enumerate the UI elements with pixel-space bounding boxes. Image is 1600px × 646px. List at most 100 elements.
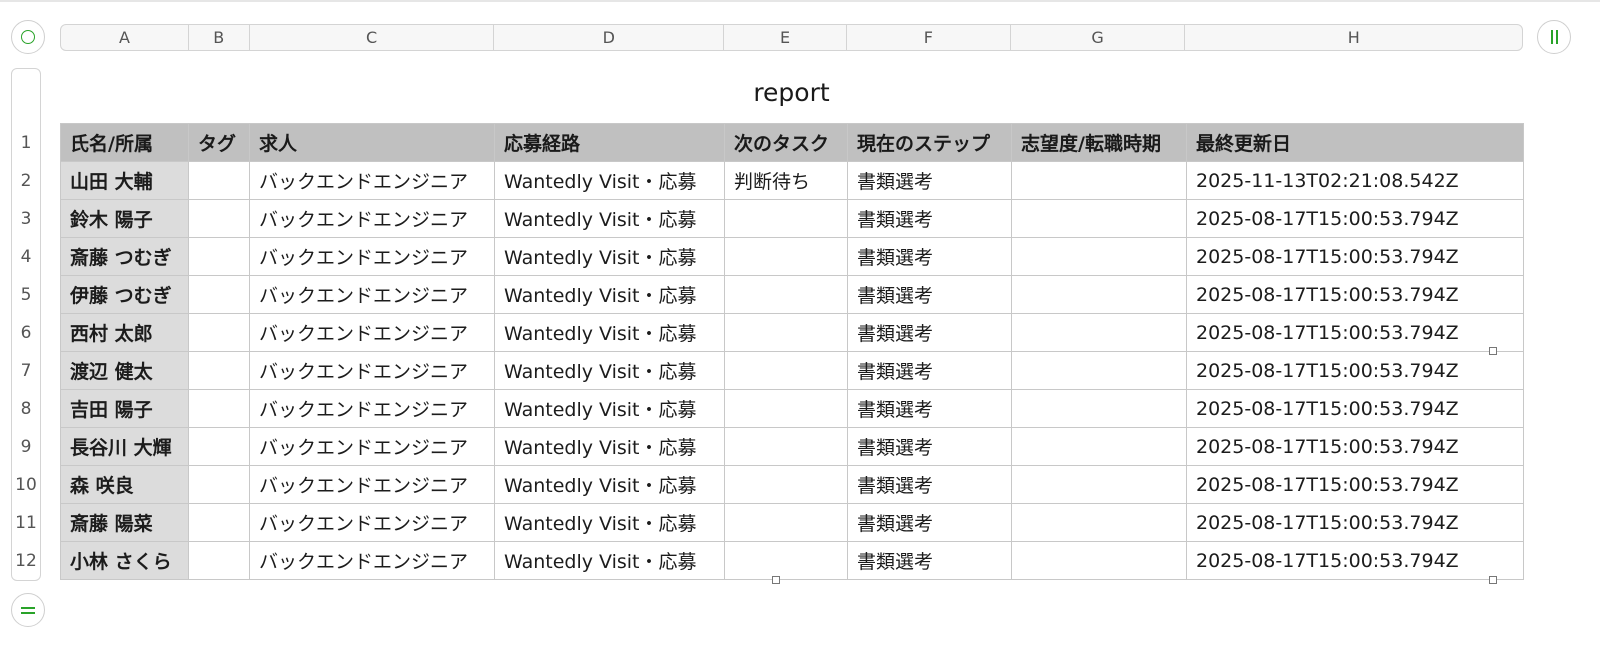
row-header-1[interactable]: 1 <box>11 124 41 162</box>
cell-route[interactable]: Wantedly Visit・応募 <box>494 465 725 504</box>
cell-current-step[interactable]: 書類選考 <box>847 313 1012 352</box>
cell-next-task[interactable] <box>724 237 848 276</box>
table-select-button[interactable] <box>11 20 45 54</box>
cell-route[interactable]: Wantedly Visit・応募 <box>494 427 725 466</box>
cell-last-updated[interactable]: 2025-08-17T15:00:53.794Z <box>1186 465 1524 504</box>
cell-tag[interactable] <box>188 427 250 466</box>
cell-next-task[interactable] <box>724 541 848 580</box>
cell-next-task[interactable] <box>724 275 848 314</box>
cell-name[interactable]: 小林 さくら <box>60 541 189 580</box>
cell-current-step[interactable]: 書類選考 <box>847 199 1012 238</box>
cell-motivation[interactable] <box>1011 351 1187 390</box>
cell-tag[interactable] <box>188 389 250 428</box>
cell-route[interactable]: Wantedly Visit・応募 <box>494 313 725 352</box>
cell-job[interactable]: バックエンドエンジニア <box>249 503 495 542</box>
cell-tag[interactable] <box>188 275 250 314</box>
cell-job[interactable]: バックエンドエンジニア <box>249 389 495 428</box>
cell-route[interactable]: Wantedly Visit・応募 <box>494 541 725 580</box>
cell-name[interactable]: 伊藤 つむぎ <box>60 275 189 314</box>
row-header-4[interactable]: 4 <box>11 238 41 276</box>
row-header-11[interactable]: 11 <box>11 504 41 542</box>
cell-next-task[interactable] <box>724 389 848 428</box>
header-cell-current-step[interactable]: 現在のステップ <box>847 123 1012 162</box>
cell-motivation[interactable] <box>1011 389 1187 428</box>
header-cell-route[interactable]: 応募経路 <box>494 123 725 162</box>
column-header-a[interactable]: A <box>61 25 189 50</box>
cell-motivation[interactable] <box>1011 465 1187 504</box>
cell-name[interactable]: 鈴木 陽子 <box>60 199 189 238</box>
cell-last-updated[interactable]: 2025-08-17T15:00:53.794Z <box>1186 351 1524 390</box>
cell-job[interactable]: バックエンドエンジニア <box>249 237 495 276</box>
cell-job[interactable]: バックエンドエンジニア <box>249 541 495 580</box>
cell-current-step[interactable]: 書類選考 <box>847 465 1012 504</box>
cell-name[interactable]: 渡辺 健太 <box>60 351 189 390</box>
cell-last-updated[interactable]: 2025-08-17T15:00:53.794Z <box>1186 427 1524 466</box>
cell-route[interactable]: Wantedly Visit・応募 <box>494 237 725 276</box>
row-header-3[interactable]: 3 <box>11 200 41 238</box>
table-title[interactable]: report <box>60 78 1523 107</box>
cell-tag[interactable] <box>188 465 250 504</box>
cell-next-task[interactable] <box>724 351 848 390</box>
cell-motivation[interactable] <box>1011 237 1187 276</box>
header-cell-last-updated[interactable]: 最終更新日 <box>1186 123 1524 162</box>
cell-job[interactable]: バックエンドエンジニア <box>249 351 495 390</box>
cell-name[interactable]: 森 咲良 <box>60 465 189 504</box>
cell-route[interactable]: Wantedly Visit・応募 <box>494 351 725 390</box>
row-header-10[interactable]: 10 <box>11 466 41 504</box>
row-header-9[interactable]: 9 <box>11 428 41 466</box>
header-cell-next-task[interactable]: 次のタスク <box>724 123 848 162</box>
column-header-d[interactable]: D <box>494 25 725 50</box>
cell-tag[interactable] <box>188 503 250 542</box>
cell-motivation[interactable] <box>1011 275 1187 314</box>
column-header-f[interactable]: F <box>847 25 1011 50</box>
cell-name[interactable]: 吉田 陽子 <box>60 389 189 428</box>
resize-handle-right[interactable] <box>1489 347 1497 355</box>
cell-name[interactable]: 斎藤 陽菜 <box>60 503 189 542</box>
cell-next-task[interactable]: 判断待ち <box>724 161 848 200</box>
cell-name[interactable]: 長谷川 大輝 <box>60 427 189 466</box>
cell-tag[interactable] <box>188 161 250 200</box>
column-header-c[interactable]: C <box>250 25 495 50</box>
cell-route[interactable]: Wantedly Visit・応募 <box>494 275 725 314</box>
cell-last-updated[interactable]: 2025-08-17T15:00:53.794Z <box>1186 541 1524 580</box>
header-cell-job[interactable]: 求人 <box>249 123 495 162</box>
row-header-2[interactable]: 2 <box>11 162 41 200</box>
cell-job[interactable]: バックエンドエンジニア <box>249 465 495 504</box>
header-cell-name[interactable]: 氏名/所属 <box>60 123 189 162</box>
cell-motivation[interactable] <box>1011 503 1187 542</box>
cell-current-step[interactable]: 書類選考 <box>847 503 1012 542</box>
cell-last-updated[interactable]: 2025-08-17T15:00:53.794Z <box>1186 503 1524 542</box>
cell-job[interactable]: バックエンドエンジニア <box>249 199 495 238</box>
cell-current-step[interactable]: 書類選考 <box>847 351 1012 390</box>
cell-next-task[interactable] <box>724 503 848 542</box>
cell-tag[interactable] <box>188 237 250 276</box>
cell-route[interactable]: Wantedly Visit・応募 <box>494 389 725 428</box>
resize-handle-corner[interactable] <box>1489 576 1497 584</box>
cell-motivation[interactable] <box>1011 199 1187 238</box>
resize-handle-bottom[interactable] <box>772 576 780 584</box>
cell-current-step[interactable]: 書類選考 <box>847 541 1012 580</box>
cell-name[interactable]: 斎藤 つむぎ <box>60 237 189 276</box>
cell-tag[interactable] <box>188 199 250 238</box>
cell-job[interactable]: バックエンドエンジニア <box>249 161 495 200</box>
cell-job[interactable]: バックエンドエンジニア <box>249 275 495 314</box>
cell-tag[interactable] <box>188 541 250 580</box>
cell-current-step[interactable]: 書類選考 <box>847 237 1012 276</box>
cell-name[interactable]: 山田 大輔 <box>60 161 189 200</box>
cell-last-updated[interactable]: 2025-08-17T15:00:53.794Z <box>1186 275 1524 314</box>
cell-route[interactable]: Wantedly Visit・応募 <box>494 161 725 200</box>
column-header-g[interactable]: G <box>1011 25 1186 50</box>
column-header-e[interactable]: E <box>724 25 847 50</box>
row-header-7[interactable]: 7 <box>11 352 41 390</box>
cell-job[interactable]: バックエンドエンジニア <box>249 427 495 466</box>
cell-motivation[interactable] <box>1011 313 1187 352</box>
cell-motivation[interactable] <box>1011 427 1187 466</box>
add-row-button[interactable] <box>11 593 45 627</box>
cell-current-step[interactable]: 書類選考 <box>847 427 1012 466</box>
cell-next-task[interactable] <box>724 427 848 466</box>
cell-last-updated[interactable]: 2025-08-17T15:00:53.794Z <box>1186 237 1524 276</box>
cell-route[interactable]: Wantedly Visit・応募 <box>494 199 725 238</box>
row-header-5[interactable]: 5 <box>11 276 41 314</box>
row-header-6[interactable]: 6 <box>11 314 41 352</box>
cell-motivation[interactable] <box>1011 161 1187 200</box>
